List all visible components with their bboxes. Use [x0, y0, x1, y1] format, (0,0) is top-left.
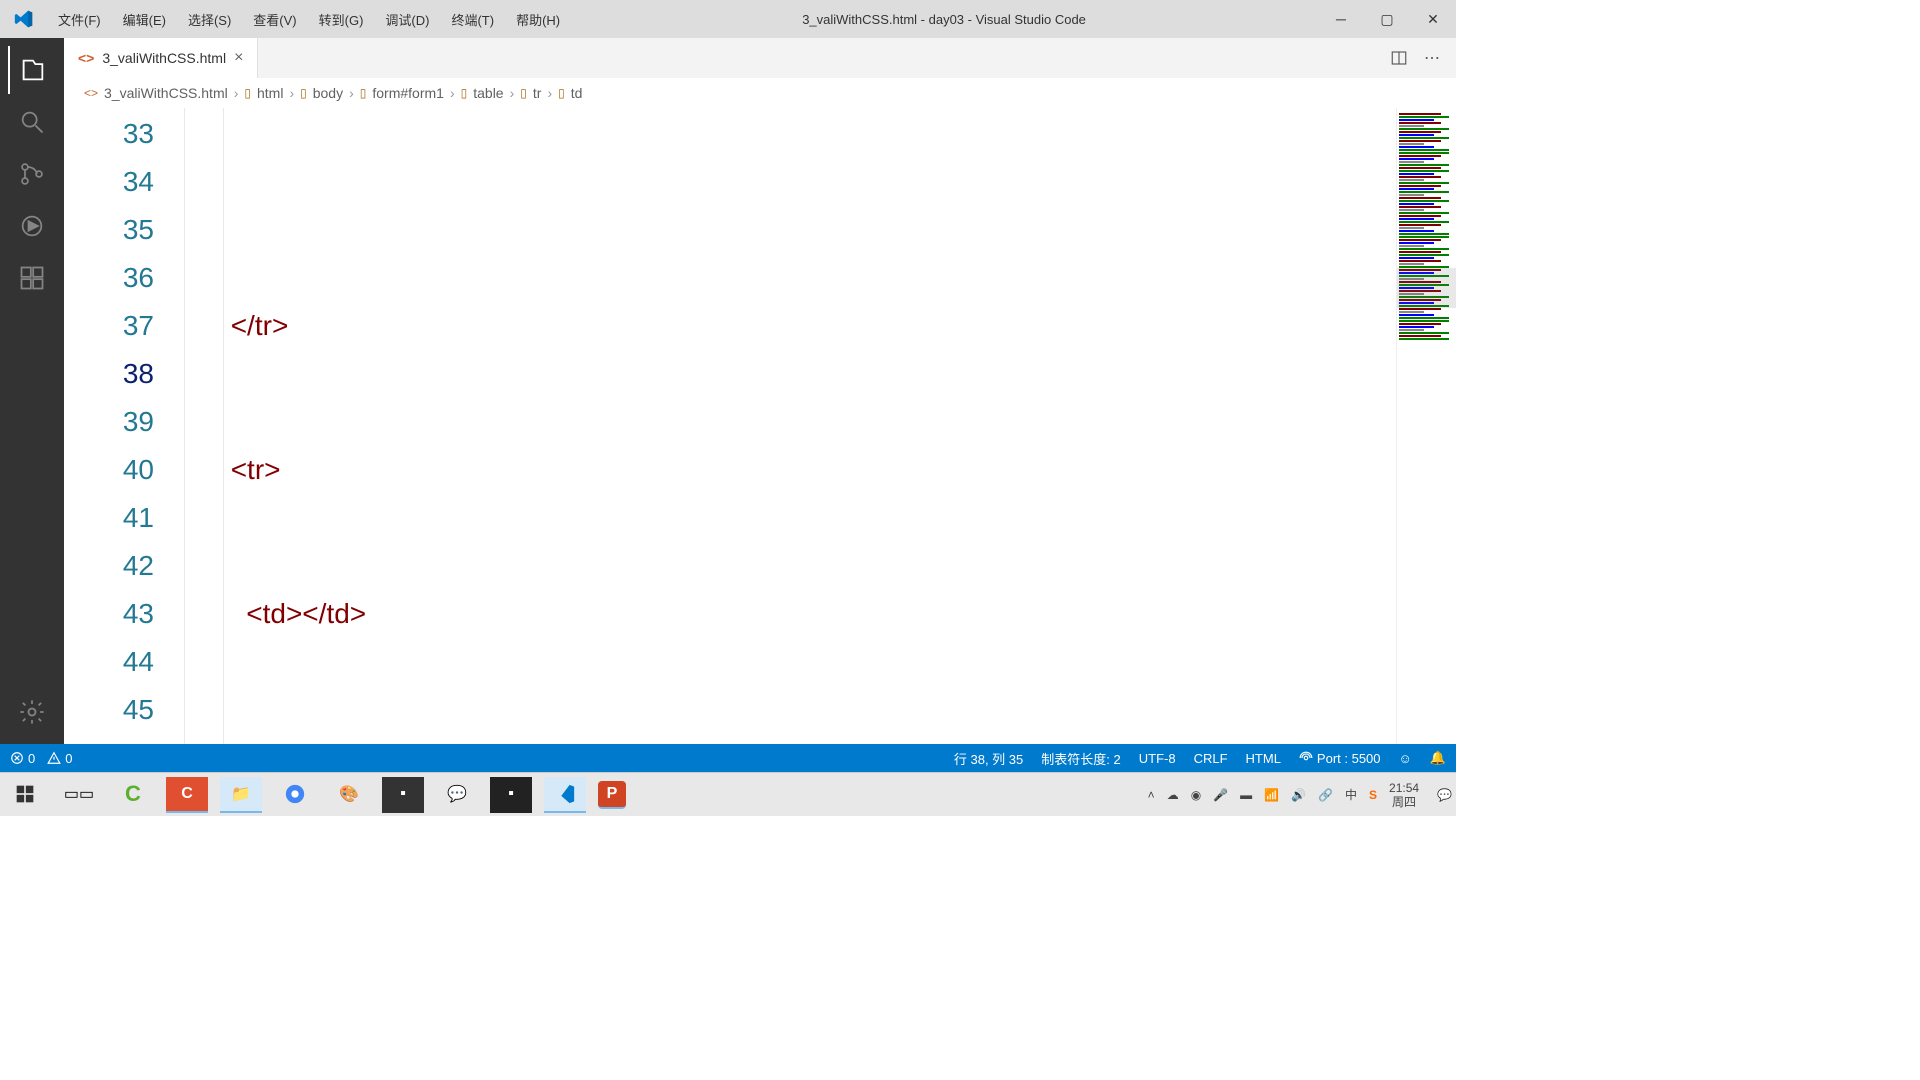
menu-file[interactable]: 文件(F) [48, 6, 111, 33]
status-language[interactable]: HTML [1246, 751, 1281, 766]
tray-battery-icon[interactable]: ▬ [1240, 788, 1252, 802]
tray-clock[interactable]: 21:54 周四 [1389, 781, 1425, 809]
chevron-right-icon: › [547, 85, 552, 101]
vscode-logo-icon [0, 9, 48, 29]
tray-app-icon[interactable]: ◉ [1191, 788, 1201, 802]
menubar: 文件(F) 编辑(E) 选择(S) 查看(V) 转到(G) 调试(D) 终端(T… [48, 6, 570, 33]
menu-goto[interactable]: 转到(G) [309, 6, 374, 33]
chevron-right-icon: › [450, 85, 455, 101]
app-paint-icon[interactable]: 🎨 [328, 777, 370, 813]
minimap[interactable] [1396, 108, 1456, 744]
line-number-gutter[interactable]: 33 34 35 36 37 38 39 40 41 42 43 44 45 [64, 108, 184, 744]
source-control-icon[interactable] [8, 150, 56, 198]
status-liveserver[interactable]: Port : 5500 [1299, 751, 1381, 766]
more-actions-icon[interactable]: ⋯ [1420, 44, 1444, 72]
app-vscode-icon[interactable] [544, 777, 586, 813]
app-cmd-icon[interactable]: ▪ [490, 777, 532, 813]
html-file-icon: <> [78, 50, 94, 66]
breadcrumb-html[interactable]: html [257, 85, 283, 101]
menu-view[interactable]: 查看(V) [243, 6, 306, 33]
close-button[interactable]: ✕ [1410, 0, 1456, 38]
maximize-button[interactable]: ▢ [1364, 0, 1410, 38]
tabs-bar: <> 3_valiWithCSS.html × ⋯ [64, 38, 1456, 78]
tray-ime-icon[interactable]: 中 [1345, 786, 1357, 803]
window-title: 3_valiWithCSS.html - day03 - Visual Stud… [570, 12, 1318, 27]
tray-mic-icon[interactable]: 🎤 [1213, 788, 1228, 802]
start-button[interactable] [4, 777, 46, 813]
extensions-icon[interactable] [8, 254, 56, 302]
breadcrumb-body[interactable]: body [313, 85, 343, 101]
tray-notifications-icon[interactable]: 💬 [1437, 788, 1452, 802]
app-recorder-icon[interactable]: C [166, 777, 208, 813]
tag-icon: ▯ [461, 86, 468, 100]
chevron-right-icon: › [349, 85, 354, 101]
debug-icon[interactable] [8, 202, 56, 250]
breadcrumb-td[interactable]: td [571, 85, 583, 101]
tray-wifi-icon[interactable]: 📶 [1264, 788, 1279, 802]
breadcrumb-table[interactable]: table [473, 85, 503, 101]
breadcrumbs[interactable]: <> 3_valiWithCSS.html › ▯ html › ▯ body › ▯… [64, 78, 1456, 108]
task-view-icon[interactable]: ▭▭ [58, 777, 100, 813]
tray-chevron-up-icon[interactable]: ˄ [1148, 788, 1155, 802]
tab-filename: 3_valiWithCSS.html [102, 50, 226, 66]
tray-sogou-icon[interactable]: S [1369, 788, 1377, 802]
breadcrumb-tr[interactable]: tr [533, 85, 542, 101]
tray-link-icon[interactable]: 🔗 [1318, 788, 1333, 802]
tray-volume-icon[interactable]: 🔊 [1291, 788, 1306, 802]
app-explorer-icon[interactable]: 📁 [220, 777, 262, 813]
chevron-right-icon: › [234, 85, 239, 101]
titlebar: 文件(F) 编辑(E) 选择(S) 查看(V) 转到(G) 调试(D) 终端(T… [0, 0, 1456, 38]
app-chrome-icon[interactable] [274, 777, 316, 813]
app-terminal-icon[interactable]: ▪ [382, 777, 424, 813]
html-file-icon: <> [84, 86, 98, 100]
windows-taskbar: ▭▭ C C 📁 🎨 ▪ 💬 ▪ P ˄ ☁ ◉ 🎤 ▬ 📶 🔊 🔗 中 S 2… [0, 772, 1456, 816]
close-tab-icon[interactable]: × [234, 49, 243, 67]
menu-help[interactable]: 帮助(H) [506, 6, 570, 33]
status-feedback-icon[interactable]: ☺ [1399, 751, 1412, 766]
breadcrumb-form[interactable]: form#form1 [372, 85, 444, 101]
editor-area: <> 3_valiWithCSS.html × ⋯ <> 3_valiWithCS… [64, 38, 1456, 744]
status-bar: 0 0 行 38, 列 35 制表符长度: 2 UTF-8 CRLF HTML … [0, 744, 1456, 772]
app-camtasia-icon[interactable]: C [112, 777, 154, 813]
status-eol[interactable]: CRLF [1194, 751, 1228, 766]
split-editor-icon[interactable] [1386, 45, 1412, 71]
chevron-right-icon: › [510, 85, 515, 101]
status-errors[interactable]: 0 [10, 751, 35, 766]
settings-icon[interactable] [8, 688, 56, 736]
minimap-slider[interactable] [1397, 268, 1456, 308]
menu-debug[interactable]: 调试(D) [375, 6, 439, 33]
app-wechat-icon[interactable]: 💬 [436, 777, 478, 813]
code-editor[interactable]: </tr> <tr> <td></td> <td colspan="2"> <!… [184, 108, 1396, 744]
minimize-button[interactable]: ─ [1318, 0, 1364, 38]
status-bell-icon[interactable]: 🔔 [1430, 750, 1446, 766]
explorer-icon[interactable] [8, 46, 56, 94]
tag-icon: ▯ [520, 86, 527, 100]
tab-file[interactable]: <> 3_valiWithCSS.html × [64, 38, 258, 78]
tag-icon: ▯ [558, 86, 565, 100]
tag-icon: ▯ [360, 86, 367, 100]
status-encoding[interactable]: UTF-8 [1139, 751, 1176, 766]
status-warnings[interactable]: 0 [47, 751, 72, 766]
chevron-right-icon: › [289, 85, 294, 101]
status-cursor[interactable]: 行 38, 列 35 [954, 749, 1023, 768]
search-icon[interactable] [8, 98, 56, 146]
menu-terminal[interactable]: 终端(T) [441, 6, 504, 33]
app-powerpoint-icon[interactable]: P [598, 781, 626, 809]
tag-icon: ▯ [244, 86, 251, 100]
tag-icon: ▯ [300, 86, 307, 100]
breadcrumb-file[interactable]: 3_valiWithCSS.html [104, 85, 228, 101]
window-controls: ─ ▢ ✕ [1318, 0, 1456, 38]
tray-onedrive-icon[interactable]: ☁ [1167, 788, 1179, 802]
activity-bar [0, 38, 64, 744]
menu-edit[interactable]: 编辑(E) [113, 6, 176, 33]
menu-selection[interactable]: 选择(S) [178, 6, 241, 33]
status-tabsize[interactable]: 制表符长度: 2 [1041, 749, 1120, 768]
